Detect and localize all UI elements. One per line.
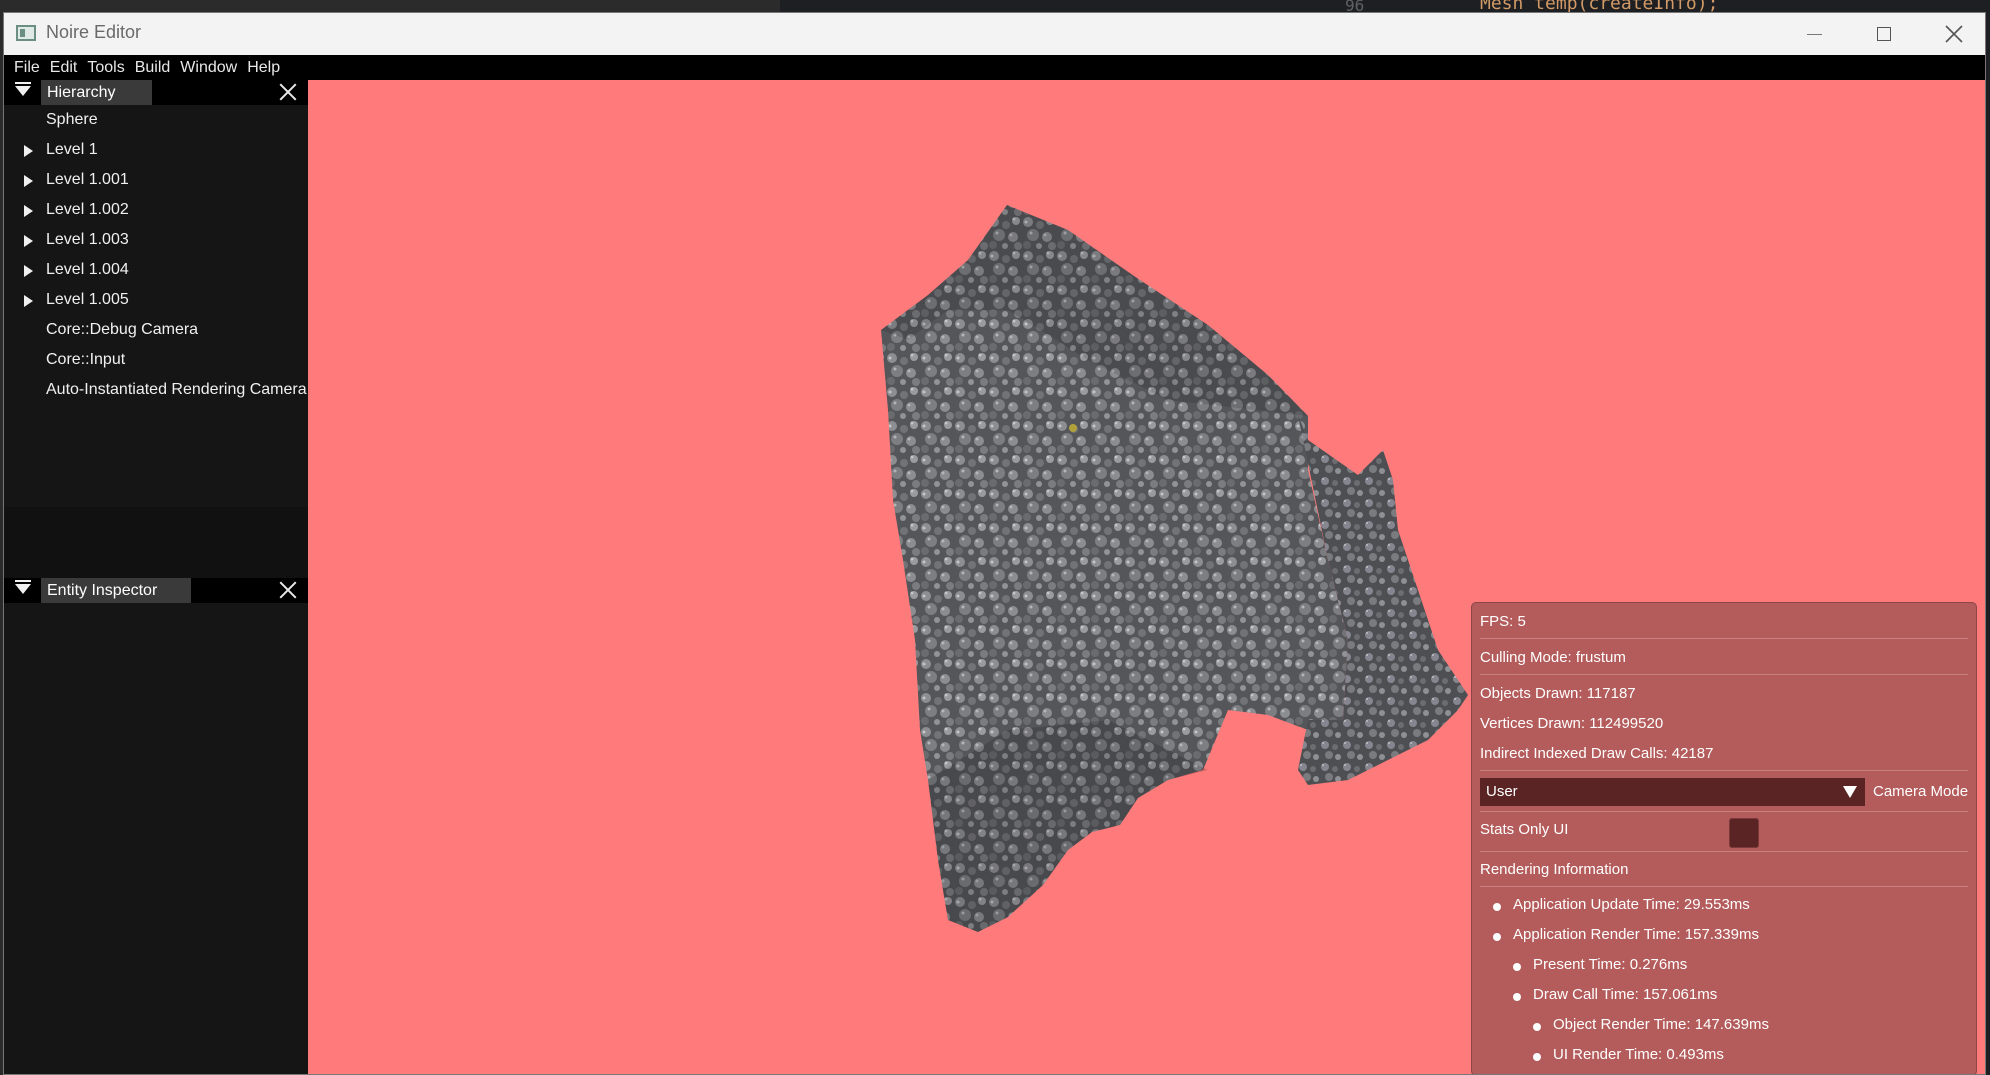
vertices-drawn-text: Vertices Drawn: 112499520 xyxy=(1480,715,1664,732)
hierarchy-item-level-1-001[interactable]: Level 1.001 xyxy=(4,165,308,195)
hierarchy-item-label: Auto-Instantiated Rendering Camera xyxy=(46,381,307,398)
hierarchy-item-level-1-003[interactable]: Level 1.003 xyxy=(4,225,308,255)
fps-text: FPS: 5 xyxy=(1480,613,1526,630)
hierarchy-item-level-1-002[interactable]: Level 1.002 xyxy=(4,195,308,225)
hierarchy-item-level-1-005[interactable]: Level 1.005 xyxy=(4,285,308,315)
minimize-icon xyxy=(1806,33,1822,35)
separator xyxy=(1480,851,1968,852)
close-icon[interactable] xyxy=(279,581,297,599)
hierarchy-header: Hierarchy xyxy=(4,80,308,105)
close-window-button[interactable] xyxy=(1919,13,1985,55)
menu-bar: File Edit Tools Build Window Help xyxy=(4,55,1985,80)
stats-only-checkbox[interactable] xyxy=(1729,818,1759,848)
culling-mode-text: Culling Mode: frustum xyxy=(1480,649,1626,666)
separator xyxy=(1480,886,1968,887)
hierarchy-item-debug-camera[interactable]: Core::Debug Camera xyxy=(4,315,308,345)
bullet-icon xyxy=(1533,1053,1541,1061)
separator xyxy=(1480,811,1968,812)
hierarchy-item-label: Level 1.004 xyxy=(46,261,129,278)
stats-only-label: Stats Only UI xyxy=(1480,821,1569,838)
expand-arrow-icon[interactable] xyxy=(24,235,33,247)
title-bar: Noire Editor xyxy=(4,13,1985,55)
ui-render-time: UI Render Time: 0.493ms xyxy=(1553,1046,1724,1063)
hierarchy-item-label: Level 1 xyxy=(46,141,98,158)
hierarchy-tab[interactable]: Hierarchy xyxy=(41,80,152,105)
hierarchy-list: Sphere Level 1 Level 1.001 Level 1.002 L… xyxy=(4,105,308,405)
dropdown-arrow-icon xyxy=(1843,786,1857,798)
app-window: Noire Editor File Edit Tools Build Windo… xyxy=(3,12,1986,1075)
hierarchy-item-label: Level 1.005 xyxy=(46,291,129,308)
expand-arrow-icon[interactable] xyxy=(24,145,33,157)
hierarchy-item-label: Core::Debug Camera xyxy=(46,321,199,338)
hierarchy-item-label: Core::Input xyxy=(46,351,126,368)
menu-help[interactable]: Help xyxy=(247,55,280,80)
hierarchy-item-sphere[interactable]: Sphere xyxy=(4,105,308,135)
camera-mode-dropdown[interactable]: User xyxy=(1480,778,1865,806)
bullet-icon xyxy=(1493,903,1501,911)
separator xyxy=(1480,770,1968,771)
bullet-icon xyxy=(1533,1023,1541,1031)
hierarchy-item-label: Sphere xyxy=(46,111,98,128)
camera-mode-label: Camera Mode xyxy=(1873,783,1969,800)
hierarchy-item-input[interactable]: Core::Input xyxy=(4,345,308,375)
minimize-button[interactable] xyxy=(1779,13,1849,55)
bullet-icon xyxy=(1493,933,1501,941)
object-render-time: Object Render Time: 147.639ms xyxy=(1553,1016,1769,1033)
separator xyxy=(1480,638,1968,639)
expand-arrow-icon[interactable] xyxy=(24,265,33,277)
draw-call-time: Draw Call Time: 157.061ms xyxy=(1533,986,1718,1003)
menu-edit[interactable]: Edit xyxy=(50,55,78,80)
collapse-icon[interactable] xyxy=(15,82,31,96)
hierarchy-item-level-1[interactable]: Level 1 xyxy=(4,135,308,165)
expand-arrow-icon[interactable] xyxy=(24,205,33,217)
close-icon[interactable] xyxy=(279,83,297,101)
hierarchy-item-level-1-004[interactable]: Level 1.004 xyxy=(4,255,308,285)
stats-panel: FPS: 5 Culling Mode: frustum Objects Dra… xyxy=(1471,602,1977,1074)
present-time: Present Time: 0.276ms xyxy=(1533,956,1688,973)
app-render-time: Application Render Time: 157.339ms xyxy=(1513,926,1759,943)
bullet-icon xyxy=(1513,963,1521,971)
hierarchy-item-label: Level 1.001 xyxy=(46,171,129,188)
separator xyxy=(1480,674,1968,675)
bullet-icon xyxy=(1513,993,1521,1001)
objects-drawn-text: Objects Drawn: 117187 xyxy=(1480,685,1636,702)
close-icon xyxy=(1945,25,1963,43)
inspector-tab[interactable]: Entity Inspector xyxy=(41,578,191,603)
inspector-header: Entity Inspector xyxy=(4,578,308,603)
rendering-info-header[interactable]: Rendering Information xyxy=(1480,861,1628,878)
expand-arrow-icon[interactable] xyxy=(24,175,33,187)
menu-build[interactable]: Build xyxy=(135,55,171,80)
hierarchy-panel: Hierarchy Sphere Level 1 Level 1.001 Lev… xyxy=(4,80,308,507)
app-icon xyxy=(16,25,36,41)
draw-calls-text: Indirect Indexed Draw Calls: 42187 xyxy=(1480,745,1714,762)
menu-file[interactable]: File xyxy=(14,55,40,80)
menu-tools[interactable]: Tools xyxy=(87,55,124,80)
expand-arrow-icon[interactable] xyxy=(24,295,33,307)
maximize-button[interactable] xyxy=(1849,13,1919,55)
collapse-icon[interactable] xyxy=(15,580,31,594)
entity-inspector-panel: Entity Inspector xyxy=(4,578,308,1074)
hierarchy-item-rendering-camera[interactable]: Auto-Instantiated Rendering Camera xyxy=(4,375,308,405)
menu-window[interactable]: Window xyxy=(180,55,237,80)
hierarchy-item-label: Level 1.003 xyxy=(46,231,129,248)
camera-mode-value: User xyxy=(1486,783,1518,800)
window-title: Noire Editor xyxy=(46,22,142,42)
app-update-time: Application Update Time: 29.553ms xyxy=(1513,896,1750,913)
hierarchy-item-label: Level 1.002 xyxy=(46,201,129,218)
maximize-icon xyxy=(1877,27,1891,41)
